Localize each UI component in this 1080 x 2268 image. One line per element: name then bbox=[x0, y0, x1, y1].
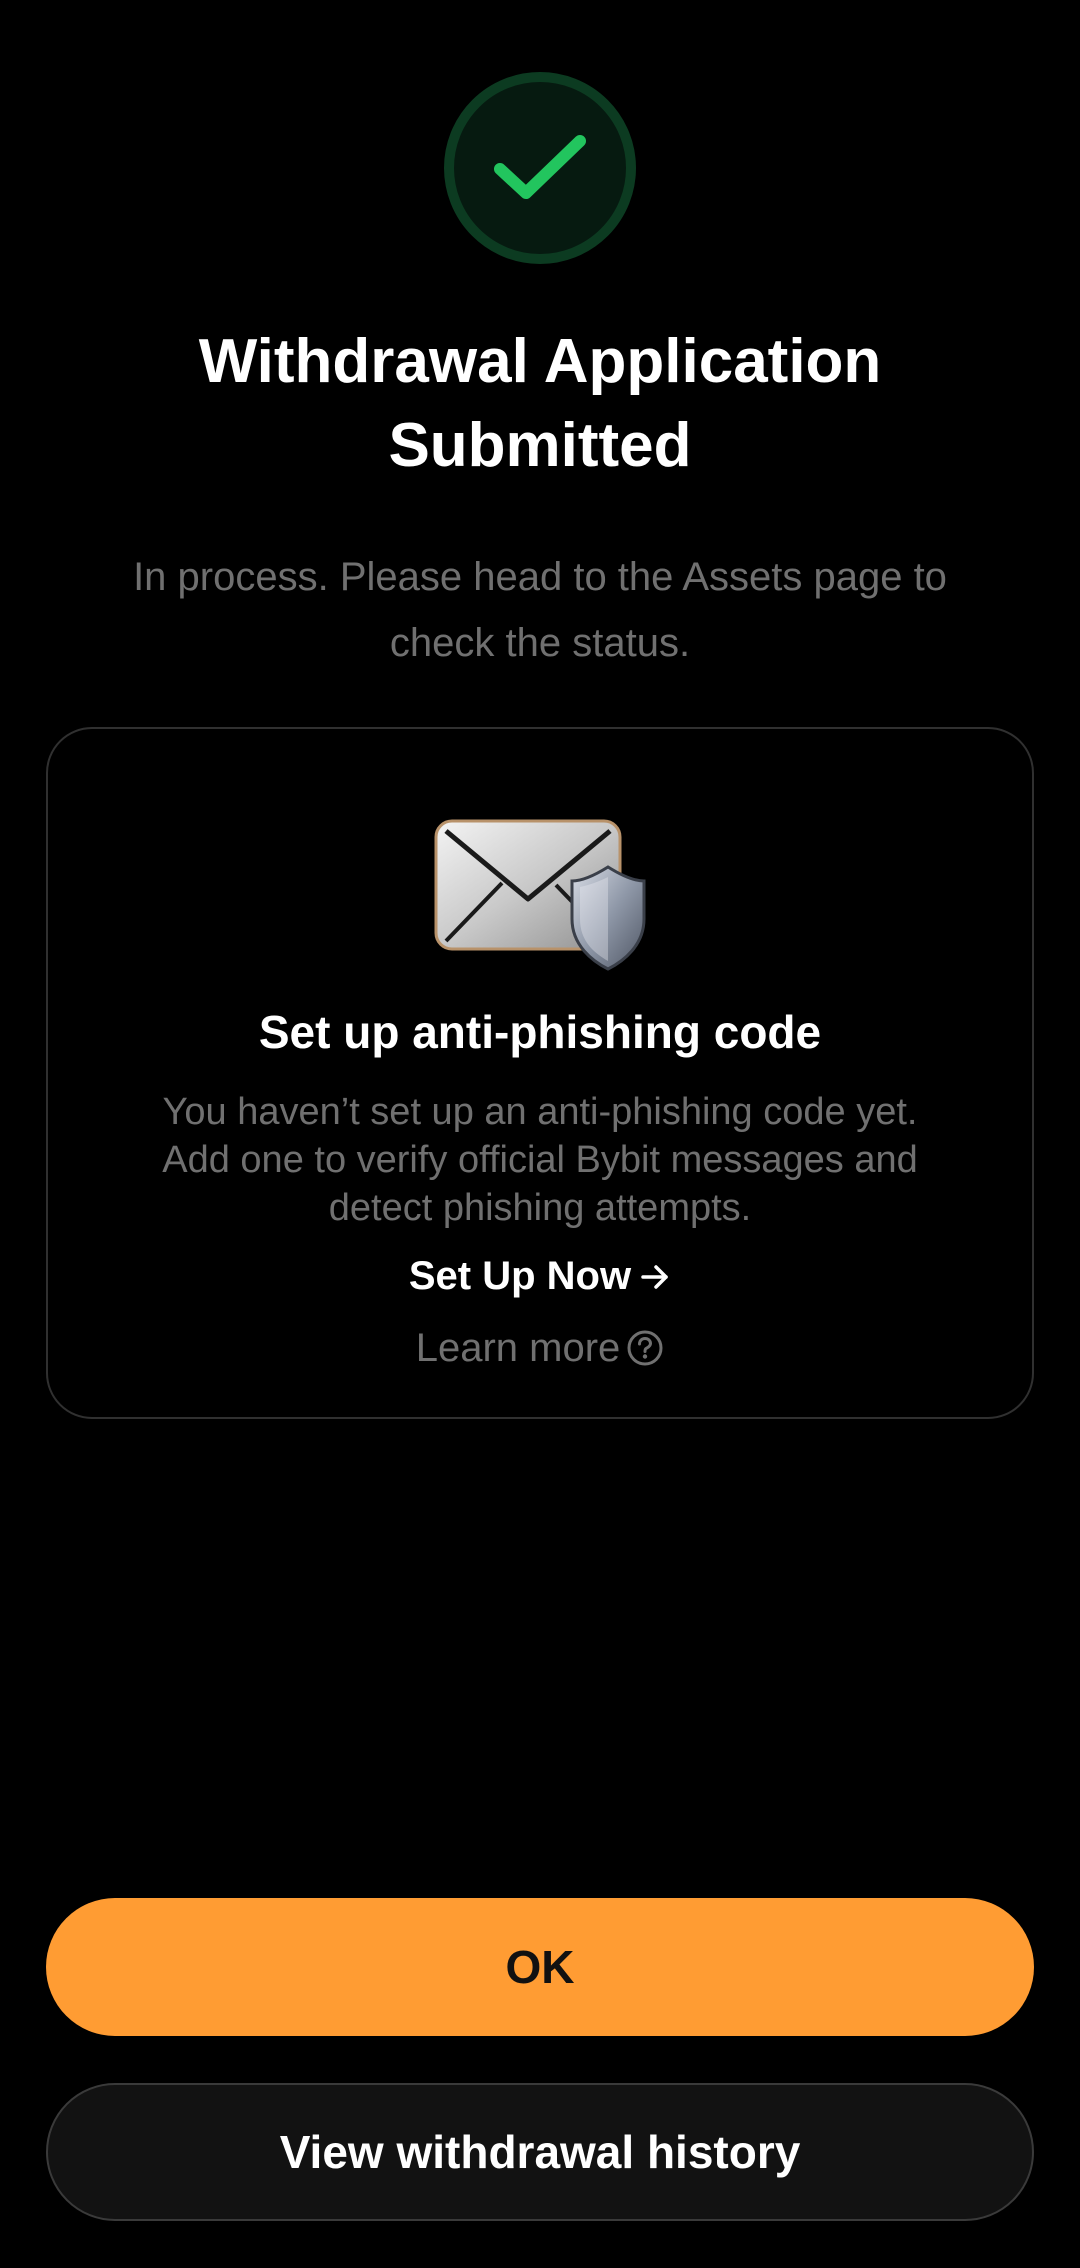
learn-more-link[interactable]: Learn more bbox=[0, 1320, 1080, 1376]
question-circle-icon bbox=[627, 1330, 663, 1366]
status-message: In process. Please head to the Assets pa… bbox=[133, 555, 947, 665]
page-title-line-1: Withdrawal Application bbox=[198, 327, 882, 396]
anti-phishing-description: You haven’t set up an anti-phishing code… bbox=[90, 1088, 990, 1232]
view-withdrawal-history-button[interactable]: View withdrawal history bbox=[46, 2083, 1034, 2221]
anti-phishing-title: Set up anti-phishing code bbox=[258, 1006, 822, 1058]
check-icon bbox=[494, 135, 586, 199]
anti-phishing-description-line-2: Add one to verify official Bybit message… bbox=[162, 1139, 918, 1181]
anti-phishing-description-line-3: detect phishing attempts. bbox=[328, 1187, 752, 1229]
envelope-shield-icon bbox=[434, 819, 646, 971]
anti-phishing-description-line-1: You haven’t set up an anti-phishing code… bbox=[162, 1091, 918, 1133]
ok-button[interactable]: OK bbox=[46, 1898, 1034, 2036]
page-title-line-2: Submitted bbox=[388, 411, 692, 480]
arrow-right-icon bbox=[641, 1265, 668, 1289]
set-up-now-label: Set Up Now bbox=[408, 1254, 632, 1298]
page-title: Withdrawal Application Submitted bbox=[60, 320, 1020, 488]
success-badge bbox=[444, 72, 636, 264]
learn-more-label: Learn more bbox=[415, 1326, 621, 1370]
set-up-now-link[interactable]: Set Up Now bbox=[0, 1248, 1080, 1304]
